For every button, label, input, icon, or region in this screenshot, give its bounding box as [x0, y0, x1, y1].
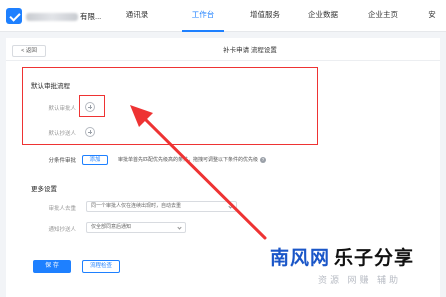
conditional-hint: 审批单首先匹配优先级高的条件，拖拽可调整以下条件的优先级? [118, 156, 267, 163]
nav-value-added-services[interactable]: 增值服务 [244, 0, 286, 32]
page-title: 补卡申请 流程设置 [223, 47, 277, 54]
watermark-brand-black: 乐子分享 [334, 248, 415, 269]
dropdown-caret-icon [177, 225, 182, 230]
watermark-brand-blue: 南风网 [270, 248, 331, 269]
more-settings-title: 更多设置 [31, 186, 57, 193]
logo-icon[interactable] [6, 8, 22, 24]
watermark-brand: 南风网 乐子分享 [270, 243, 414, 270]
notify-cc-label: 通知抄送人 [48, 227, 76, 233]
save-button[interactable]: 保 存 [33, 260, 71, 273]
info-icon[interactable]: ? [260, 156, 267, 163]
conditional-approval-label: 分条件审批 [48, 158, 76, 164]
nav-enterprise-data[interactable]: 企业数据 [302, 0, 344, 32]
org-name-suffix: 有限... [80, 12, 102, 21]
watermark-subtitle: 资源 网赚 辅助 [318, 275, 402, 285]
nav-contacts[interactable]: 通讯录 [116, 0, 158, 32]
dedupe-label: 审批人去重 [48, 206, 76, 212]
header-divider [6, 60, 440, 61]
org-name[interactable]: 有限... [26, 11, 101, 22]
default-flow-highlight-box [22, 67, 318, 145]
dedupe-select-value: 同一个审批人仅在连续出现时，自动去重 [91, 203, 182, 209]
conditional-hint-text: 审批单首先匹配优先级高的条件，拖拽可调整以下条件的优先级 [118, 157, 259, 163]
add-condition-button[interactable]: 添加 [82, 155, 108, 165]
approver-plus-highlight-box [79, 95, 105, 117]
back-button[interactable]: < 返回 [12, 45, 46, 57]
notify-cc-select[interactable]: 仅全部同意后通知 [86, 222, 186, 233]
nav-workbench[interactable]: 工作台 [182, 0, 224, 32]
dedupe-select[interactable]: 同一个审批人仅在连续出现时，自动去重 [86, 201, 237, 212]
dropdown-caret-icon [228, 204, 233, 209]
notify-cc-select-value: 仅全部同意后通知 [91, 224, 132, 230]
blurred-org-text [26, 13, 78, 22]
nav-truncated-item[interactable]: 安 [424, 0, 440, 32]
nav-enterprise-homepage[interactable]: 企业主页 [362, 0, 404, 32]
top-navigation-bar: 有限... 通讯录 工作台 增值服务 企业数据 企业主页 安 [0, 0, 446, 32]
flow-check-button[interactable]: 流程检查 [82, 260, 120, 273]
